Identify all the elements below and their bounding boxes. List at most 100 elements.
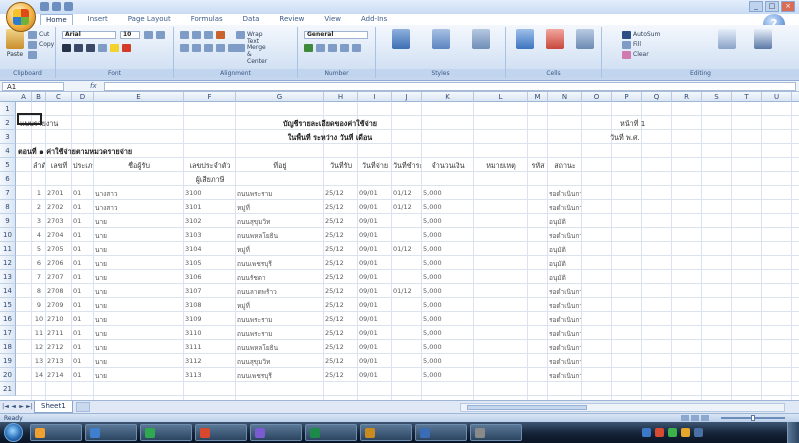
- column-header-q[interactable]: Q: [642, 92, 672, 102]
- row-header-11[interactable]: 11: [0, 242, 16, 256]
- name-box[interactable]: A1: [2, 82, 64, 91]
- normal-view-icon[interactable]: [681, 415, 689, 421]
- page-break-view-icon[interactable]: [701, 415, 709, 421]
- column-header-u[interactable]: U: [762, 92, 792, 102]
- column-header-m[interactable]: M: [528, 92, 548, 102]
- number-format-buttons[interactable]: [304, 44, 361, 52]
- taskbar-button[interactable]: [415, 424, 467, 441]
- column-header-v[interactable]: V: [792, 92, 799, 102]
- redo-icon[interactable]: [64, 2, 73, 11]
- column-header-h[interactable]: H: [324, 92, 358, 102]
- insert-sheet-icon[interactable]: [76, 402, 90, 412]
- formula-input[interactable]: [104, 82, 796, 91]
- percent-icon[interactable]: [316, 44, 325, 52]
- copy-button[interactable]: Copy: [28, 41, 54, 49]
- align-top-icon[interactable]: [180, 31, 189, 39]
- orientation-icon[interactable]: [216, 31, 225, 39]
- vertical-align-buttons[interactable]: [180, 31, 225, 39]
- row-header-10[interactable]: 10: [0, 228, 16, 242]
- fill-button[interactable]: Fill: [622, 41, 641, 49]
- align-center-icon[interactable]: [192, 44, 201, 52]
- row-header-18[interactable]: 18: [0, 340, 16, 354]
- row-header-12[interactable]: 12: [0, 256, 16, 270]
- align-right-icon[interactable]: [204, 44, 213, 52]
- security-icon[interactable]: [655, 428, 664, 437]
- column-header-s[interactable]: S: [702, 92, 732, 102]
- underline-icon[interactable]: [86, 44, 95, 52]
- column-header-b[interactable]: B: [32, 92, 46, 102]
- column-header-t[interactable]: T: [732, 92, 762, 102]
- horizontal-scrollbar[interactable]: [460, 403, 785, 412]
- row-header-19[interactable]: 19: [0, 354, 16, 368]
- taskbar-button[interactable]: [85, 424, 137, 441]
- wrap-text-button[interactable]: Wrap Text: [236, 31, 263, 45]
- format-cells-button[interactable]: [572, 29, 598, 51]
- column-header-o[interactable]: O: [582, 92, 612, 102]
- office-button[interactable]: [6, 2, 36, 32]
- tab-add-ins[interactable]: Add-Ins: [356, 14, 392, 25]
- row-header-17[interactable]: 17: [0, 326, 16, 340]
- start-button[interactable]: [4, 423, 23, 442]
- sheet-tab[interactable]: Sheet1: [34, 401, 73, 413]
- taskbar-button[interactable]: [250, 424, 302, 441]
- row-header-1[interactable]: 1: [0, 102, 16, 116]
- column-header-l[interactable]: L: [474, 92, 528, 102]
- merge-center-button[interactable]: Merge & Center: [236, 44, 267, 65]
- undo-icon[interactable]: [52, 2, 61, 11]
- column-header-r[interactable]: R: [672, 92, 702, 102]
- tab-insert[interactable]: Insert: [83, 14, 113, 25]
- tab-view[interactable]: View: [319, 14, 346, 25]
- taskbar-button[interactable]: [360, 424, 412, 441]
- fill-color-icon[interactable]: [110, 44, 119, 52]
- maximize-icon[interactable]: □: [765, 1, 779, 12]
- font-size-select[interactable]: 10: [120, 31, 140, 39]
- battery-icon[interactable]: [694, 428, 703, 437]
- row-header-2[interactable]: 2: [0, 116, 16, 130]
- sheet-nav-buttons[interactable]: |◄ ◄ ► ►|: [2, 403, 33, 411]
- align-bottom-icon[interactable]: [204, 31, 213, 39]
- last-sheet-icon[interactable]: ►|: [26, 403, 33, 411]
- bold-icon[interactable]: [62, 44, 71, 52]
- column-header-i[interactable]: I: [358, 92, 392, 102]
- language-icon[interactable]: [642, 428, 651, 437]
- increase-decimal-icon[interactable]: [340, 44, 349, 52]
- zoom-knob[interactable]: [751, 415, 755, 421]
- clear-button[interactable]: Clear: [622, 51, 649, 59]
- minimize-icon[interactable]: _: [749, 1, 763, 12]
- close-icon[interactable]: ×: [781, 1, 795, 12]
- row-header-8[interactable]: 8: [0, 200, 16, 214]
- tab-home[interactable]: Home: [40, 14, 73, 25]
- column-header-d[interactable]: D: [72, 92, 94, 102]
- column-header-c[interactable]: C: [46, 92, 72, 102]
- font-name-select[interactable]: Arial: [62, 31, 116, 39]
- show-desktop-button[interactable]: [787, 422, 799, 443]
- tab-data[interactable]: Data: [238, 14, 265, 25]
- tab-review[interactable]: Review: [274, 14, 309, 25]
- zoom-slider[interactable]: [713, 415, 793, 421]
- taskbar-button[interactable]: [195, 424, 247, 441]
- font-color-icon[interactable]: [122, 44, 131, 52]
- column-header-n[interactable]: N: [548, 92, 582, 102]
- column-header-e[interactable]: E: [94, 92, 184, 102]
- network-icon[interactable]: [668, 428, 677, 437]
- number-format-select[interactable]: General: [304, 31, 368, 39]
- prev-sheet-icon[interactable]: ◄: [10, 403, 17, 411]
- delete-cells-button[interactable]: [542, 29, 568, 51]
- format-painter-button[interactable]: [28, 51, 37, 59]
- row-header-6[interactable]: 6: [0, 172, 16, 186]
- comma-icon[interactable]: [328, 44, 337, 52]
- find-select-button[interactable]: [748, 29, 778, 51]
- sort-filter-button[interactable]: [712, 29, 742, 51]
- volume-icon[interactable]: [681, 428, 690, 437]
- format-as-table-button[interactable]: [424, 29, 458, 51]
- row-header-15[interactable]: 15: [0, 298, 16, 312]
- cut-button[interactable]: Cut: [28, 31, 49, 39]
- tab-page-layout[interactable]: Page Layout: [123, 14, 176, 25]
- row-header-7[interactable]: 7: [0, 186, 16, 200]
- row-header-4[interactable]: 4: [0, 144, 16, 158]
- paste-button[interactable]: Paste: [4, 29, 26, 58]
- scrollbar-thumb[interactable]: [467, 405, 587, 410]
- taskbar-button[interactable]: [30, 424, 82, 441]
- save-icon[interactable]: [40, 2, 49, 11]
- column-header-f[interactable]: F: [184, 92, 236, 102]
